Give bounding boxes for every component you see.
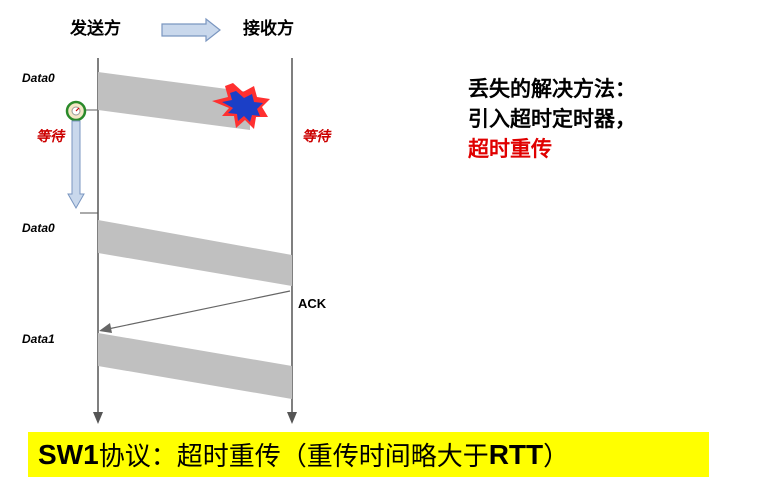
timeout-arrow: [67, 120, 98, 214]
banner-prefix: SW1: [38, 438, 99, 470]
receiver-wait-label: 等待: [302, 129, 330, 145]
sender-wait-label: 等待: [36, 129, 64, 145]
ack-label: ACK: [298, 296, 327, 311]
stop-and-wait-diagram: [65, 17, 297, 424]
banner-end: ）: [543, 442, 570, 472]
solution-line-3: 超时重传: [468, 137, 552, 161]
direction-arrow-icon: [161, 17, 221, 43]
frame-label-2: Data0: [22, 221, 55, 235]
frame-label-3: Data1: [22, 332, 55, 346]
frame-data0-retransmit: [98, 220, 292, 286]
ack-arrow: [99, 290, 291, 333]
solution-line-1: 丢失的解决方法：: [468, 77, 636, 101]
solution-line-2: 引入超时定时器，: [468, 107, 636, 131]
banner-mid: 协议：超时重传（重传时间略大于: [98, 442, 489, 472]
caption-banner: SW1 协议：超时重传（重传时间略大于 RTT ）: [28, 432, 709, 477]
solution-text: 丢失的解决方法： 引入超时定时器， 超时重传: [468, 74, 636, 164]
frame-data1: [98, 333, 292, 399]
stopwatch-icon: [65, 100, 98, 122]
frame-label-1: Data0: [22, 71, 55, 85]
banner-rtt: RTT: [488, 438, 544, 470]
sender-label: 发送方: [70, 19, 121, 39]
receiver-label: 接收方: [243, 19, 294, 39]
